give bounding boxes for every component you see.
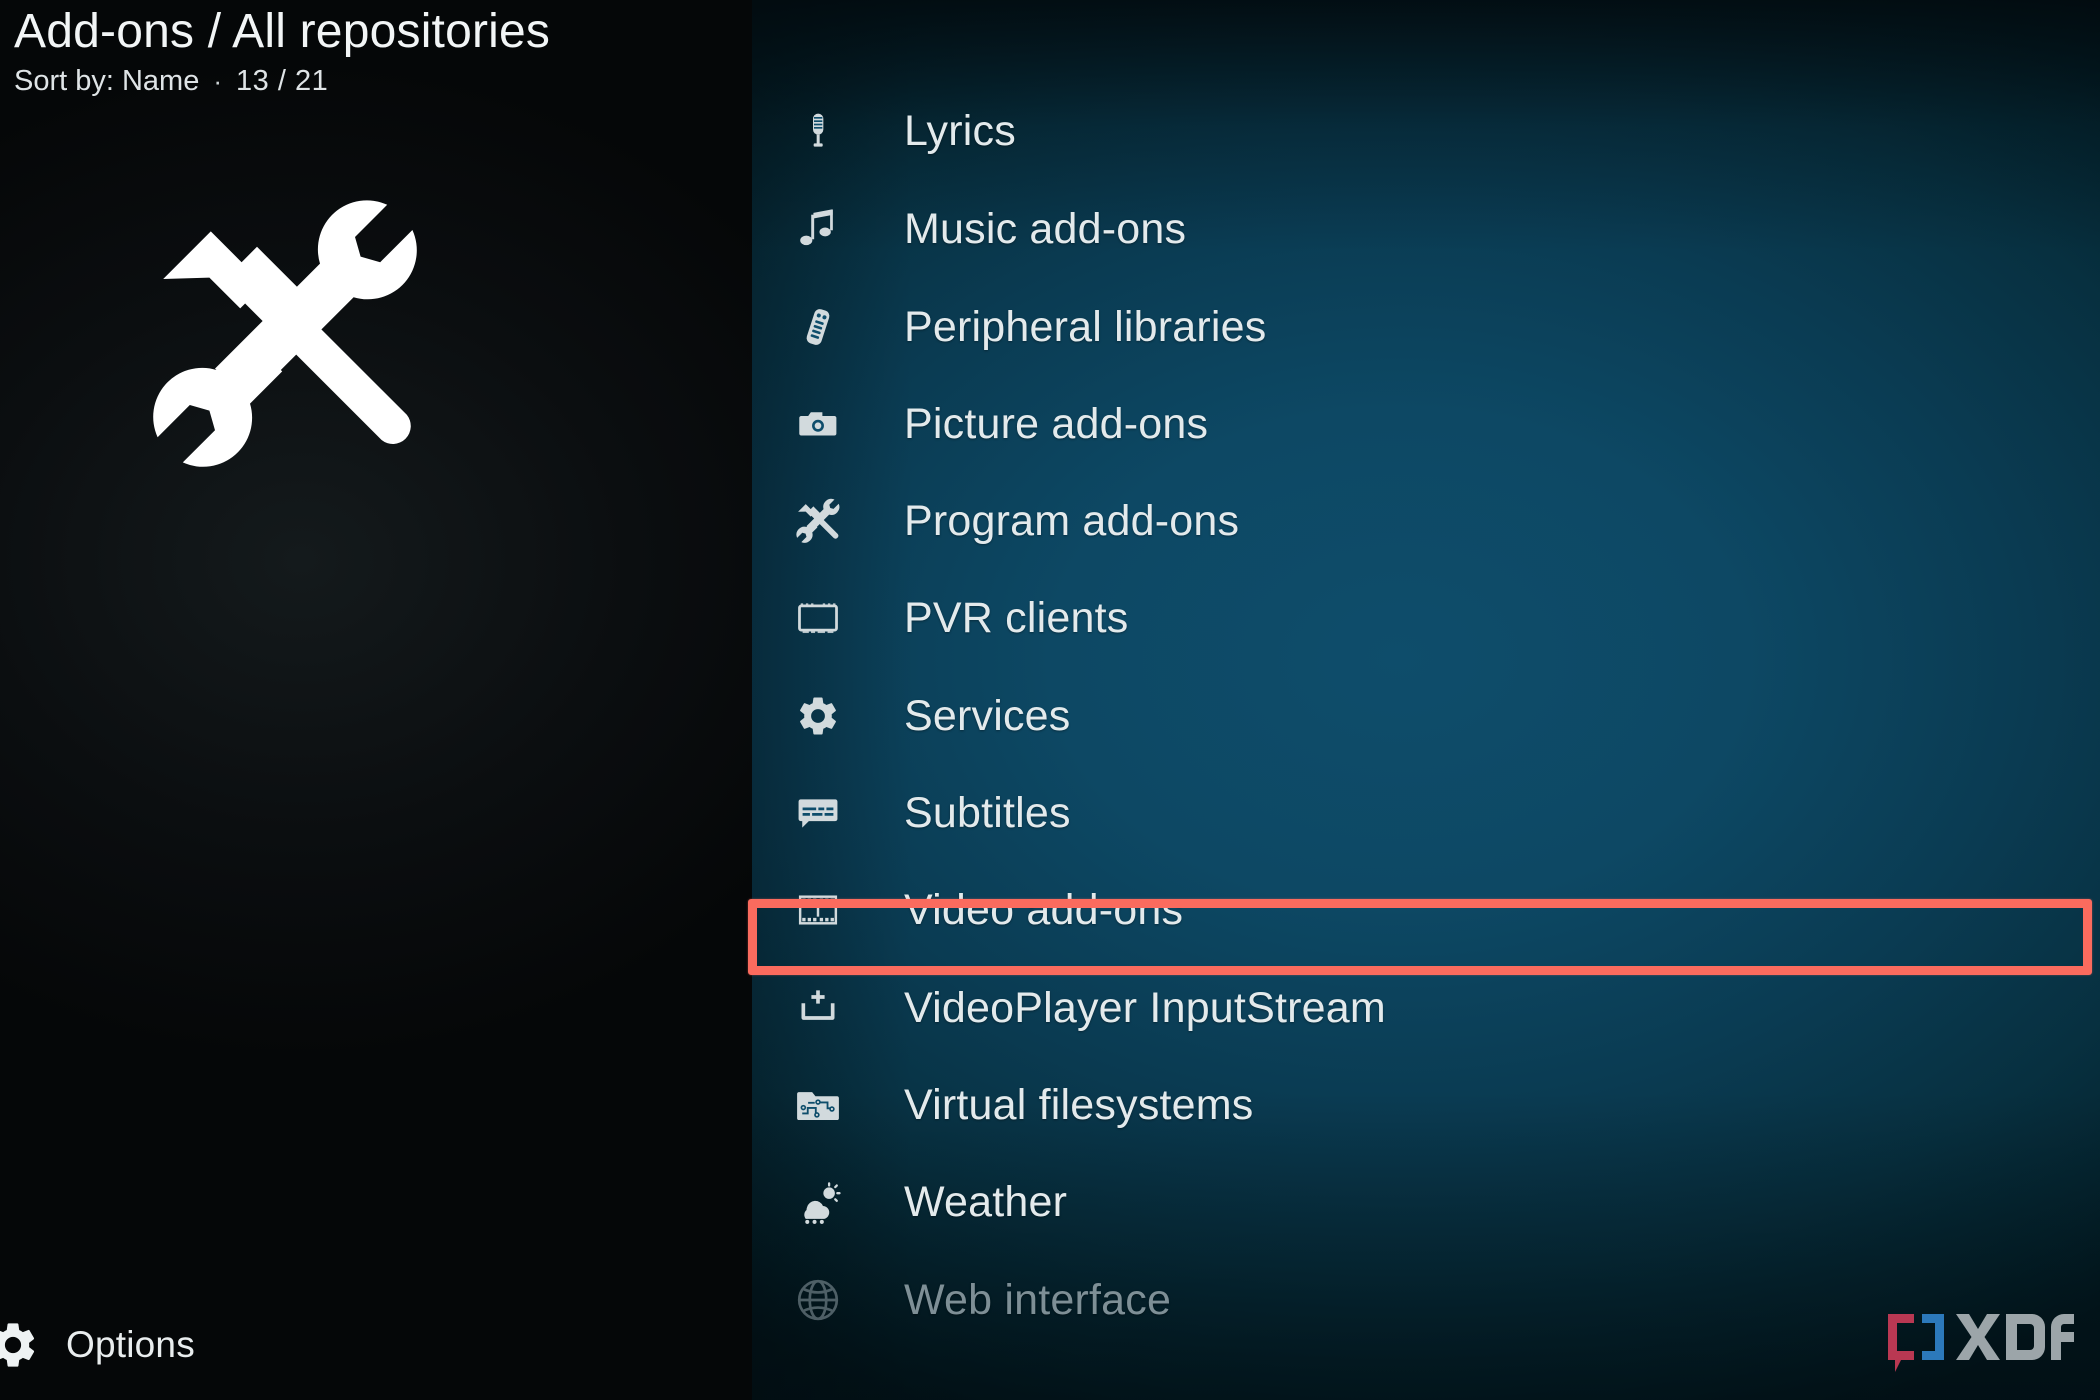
page-title: Add-ons / All repositories [14, 5, 551, 58]
menu-item-pvr-clients[interactable]: PVR clients [752, 579, 2100, 657]
microphone-icon [786, 103, 850, 159]
xda-watermark [1886, 1310, 2076, 1372]
hammer-wrench-icon [140, 195, 430, 475]
menu-item-label: Web interface [904, 1275, 1172, 1324]
menu-item-weather[interactable]: Weather [752, 1163, 2100, 1241]
menu-item-label: Weather [904, 1177, 1068, 1226]
menu-item-picture-add-ons[interactable]: Picture add-ons [752, 385, 2100, 463]
menu-item-label: Services [904, 691, 1071, 740]
breadcrumb-meta: Sort by: Name · 13 / 21 [14, 65, 734, 98]
menu-item-label: Program add-ons [904, 496, 1240, 545]
menu-item-label: Music add-ons [904, 204, 1187, 253]
addons-category-list[interactable]: Lyrics Music add-ons Peripheral libraries P… [752, 0, 2100, 1400]
left-info-panel: Add-ons / All repositories Sort by: Name… [0, 0, 752, 1400]
cloud-sun-icon [786, 1174, 850, 1230]
menu-item-program-add-ons[interactable]: Program add-ons [752, 482, 2100, 560]
menu-item-video-add-ons[interactable]: Video add-ons [752, 871, 2100, 949]
addons-category-panel: Lyrics Music add-ons Peripheral libraries P… [752, 0, 2100, 1400]
menu-item-label: Video add-ons [904, 885, 1184, 934]
menu-item-music-add-ons[interactable]: Music add-ons [752, 190, 2100, 268]
remote-control-icon [786, 299, 850, 355]
item-count: 13 / 21 [236, 64, 329, 97]
menu-item-label: Picture add-ons [904, 399, 1209, 448]
gear-icon [786, 688, 850, 744]
meta-separator: · [213, 65, 223, 96]
menu-item-peripheral-libraries[interactable]: Peripheral libraries [752, 288, 2100, 366]
header-block: Add-ons / All repositories Sort by: Name… [14, 5, 734, 98]
film-strip-icon [786, 882, 850, 938]
music-note-icon [786, 201, 850, 257]
subtitle-bubble-icon [786, 785, 850, 841]
menu-item-label: VideoPlayer InputStream [904, 983, 1386, 1032]
menu-item-virtual-filesystems[interactable]: Virtual filesystems [752, 1066, 2100, 1144]
options-button[interactable]: Options [0, 1318, 195, 1372]
menu-item-subtitles[interactable]: Subtitles [752, 774, 2100, 852]
menu-item-label: Virtual filesystems [904, 1080, 1254, 1129]
menu-item-lyrics[interactable]: Lyrics [752, 92, 2100, 170]
tv-icon [786, 590, 850, 646]
camera-icon [786, 396, 850, 452]
menu-item-videoplayer-inputstream[interactable]: VideoPlayer InputStream [752, 969, 2100, 1047]
hammer-wrench-icon [786, 493, 850, 549]
menu-item-label: Lyrics [904, 106, 1016, 155]
menu-item-label: Subtitles [904, 788, 1071, 837]
sort-by-label: Sort by: Name [14, 64, 200, 97]
gear-icon [0, 1318, 40, 1372]
circuit-folder-icon [786, 1077, 850, 1133]
inbox-plus-icon [786, 980, 850, 1036]
menu-item-services[interactable]: Services [752, 677, 2100, 755]
options-label: Options [66, 1324, 195, 1365]
globe-icon [786, 1272, 850, 1328]
menu-item-label: Peripheral libraries [904, 302, 1267, 351]
kodi-addons-screen: Add-ons / All repositories Sort by: Name… [0, 0, 2100, 1400]
menu-item-label: PVR clients [904, 593, 1129, 642]
